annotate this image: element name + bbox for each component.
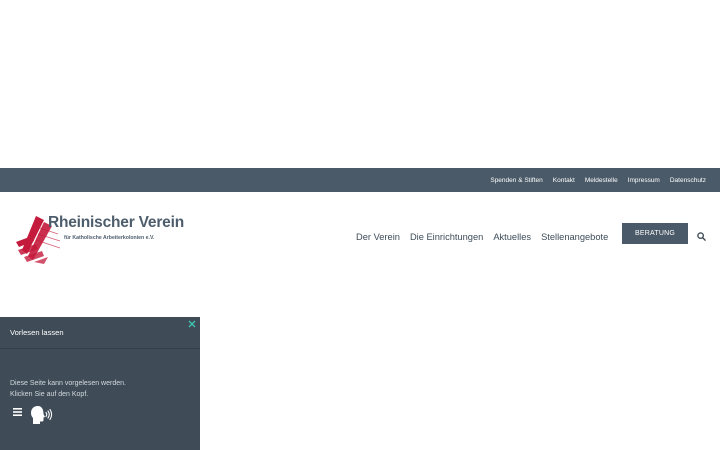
read-aloud-line-1: Diese Seite kann vorgelesen werden.	[10, 380, 126, 387]
close-icon[interactable]	[188, 320, 196, 328]
utility-links: Spenden & Stiften Kontakt Meldestelle Im…	[490, 168, 706, 192]
utility-link-spenden[interactable]: Spenden & Stiften	[490, 177, 542, 184]
utility-link-meldestelle[interactable]: Meldestelle	[585, 177, 618, 184]
logo-title: Rheinischer Verein	[48, 214, 184, 231]
logo-subtitle: für Katholische Arbeiterkolonien e.V.	[64, 235, 155, 241]
read-aloud-instructions: Diese Seite kann vorgelesen werden. Klic…	[10, 379, 126, 400]
site-logo[interactable]: Rheinischer Verein für Katholische Arbei…	[14, 214, 184, 266]
menu-icon[interactable]	[13, 408, 22, 416]
main-nav: Der Verein Die Einrichtungen Aktuelles S…	[356, 230, 608, 244]
utility-link-kontakt[interactable]: Kontakt	[553, 177, 575, 184]
nav-item-stellenangebote[interactable]: Stellenangebote	[541, 232, 608, 242]
read-aloud-header: Vorlesen lassen	[0, 317, 200, 349]
utility-link-datenschutz[interactable]: Datenschutz	[670, 177, 706, 184]
site-header: Rheinischer Verein für Katholische Arbei…	[0, 192, 720, 282]
beratung-button[interactable]: BERATUNG	[622, 223, 688, 244]
top-utility-bar: Spenden & Stiften Kontakt Meldestelle Im…	[0, 168, 720, 192]
nav-item-aktuelles[interactable]: Aktuelles	[493, 232, 531, 242]
read-aloud-panel: Vorlesen lassen Diese Seite kann vorgele…	[0, 317, 200, 450]
search-icon[interactable]	[697, 232, 706, 241]
read-aloud-line-2: Klicken Sie auf den Kopf.	[10, 390, 89, 398]
nav-item-der-verein[interactable]: Der Verein	[356, 232, 400, 242]
nav-item-einrichtungen[interactable]: Die Einrichtungen	[410, 232, 483, 242]
page: Spenden & Stiften Kontakt Meldestelle Im…	[0, 0, 720, 450]
read-aloud-title: Vorlesen lassen	[10, 328, 64, 337]
utility-link-impressum[interactable]: Impressum	[628, 177, 660, 184]
speaking-head-icon[interactable]	[30, 405, 53, 425]
